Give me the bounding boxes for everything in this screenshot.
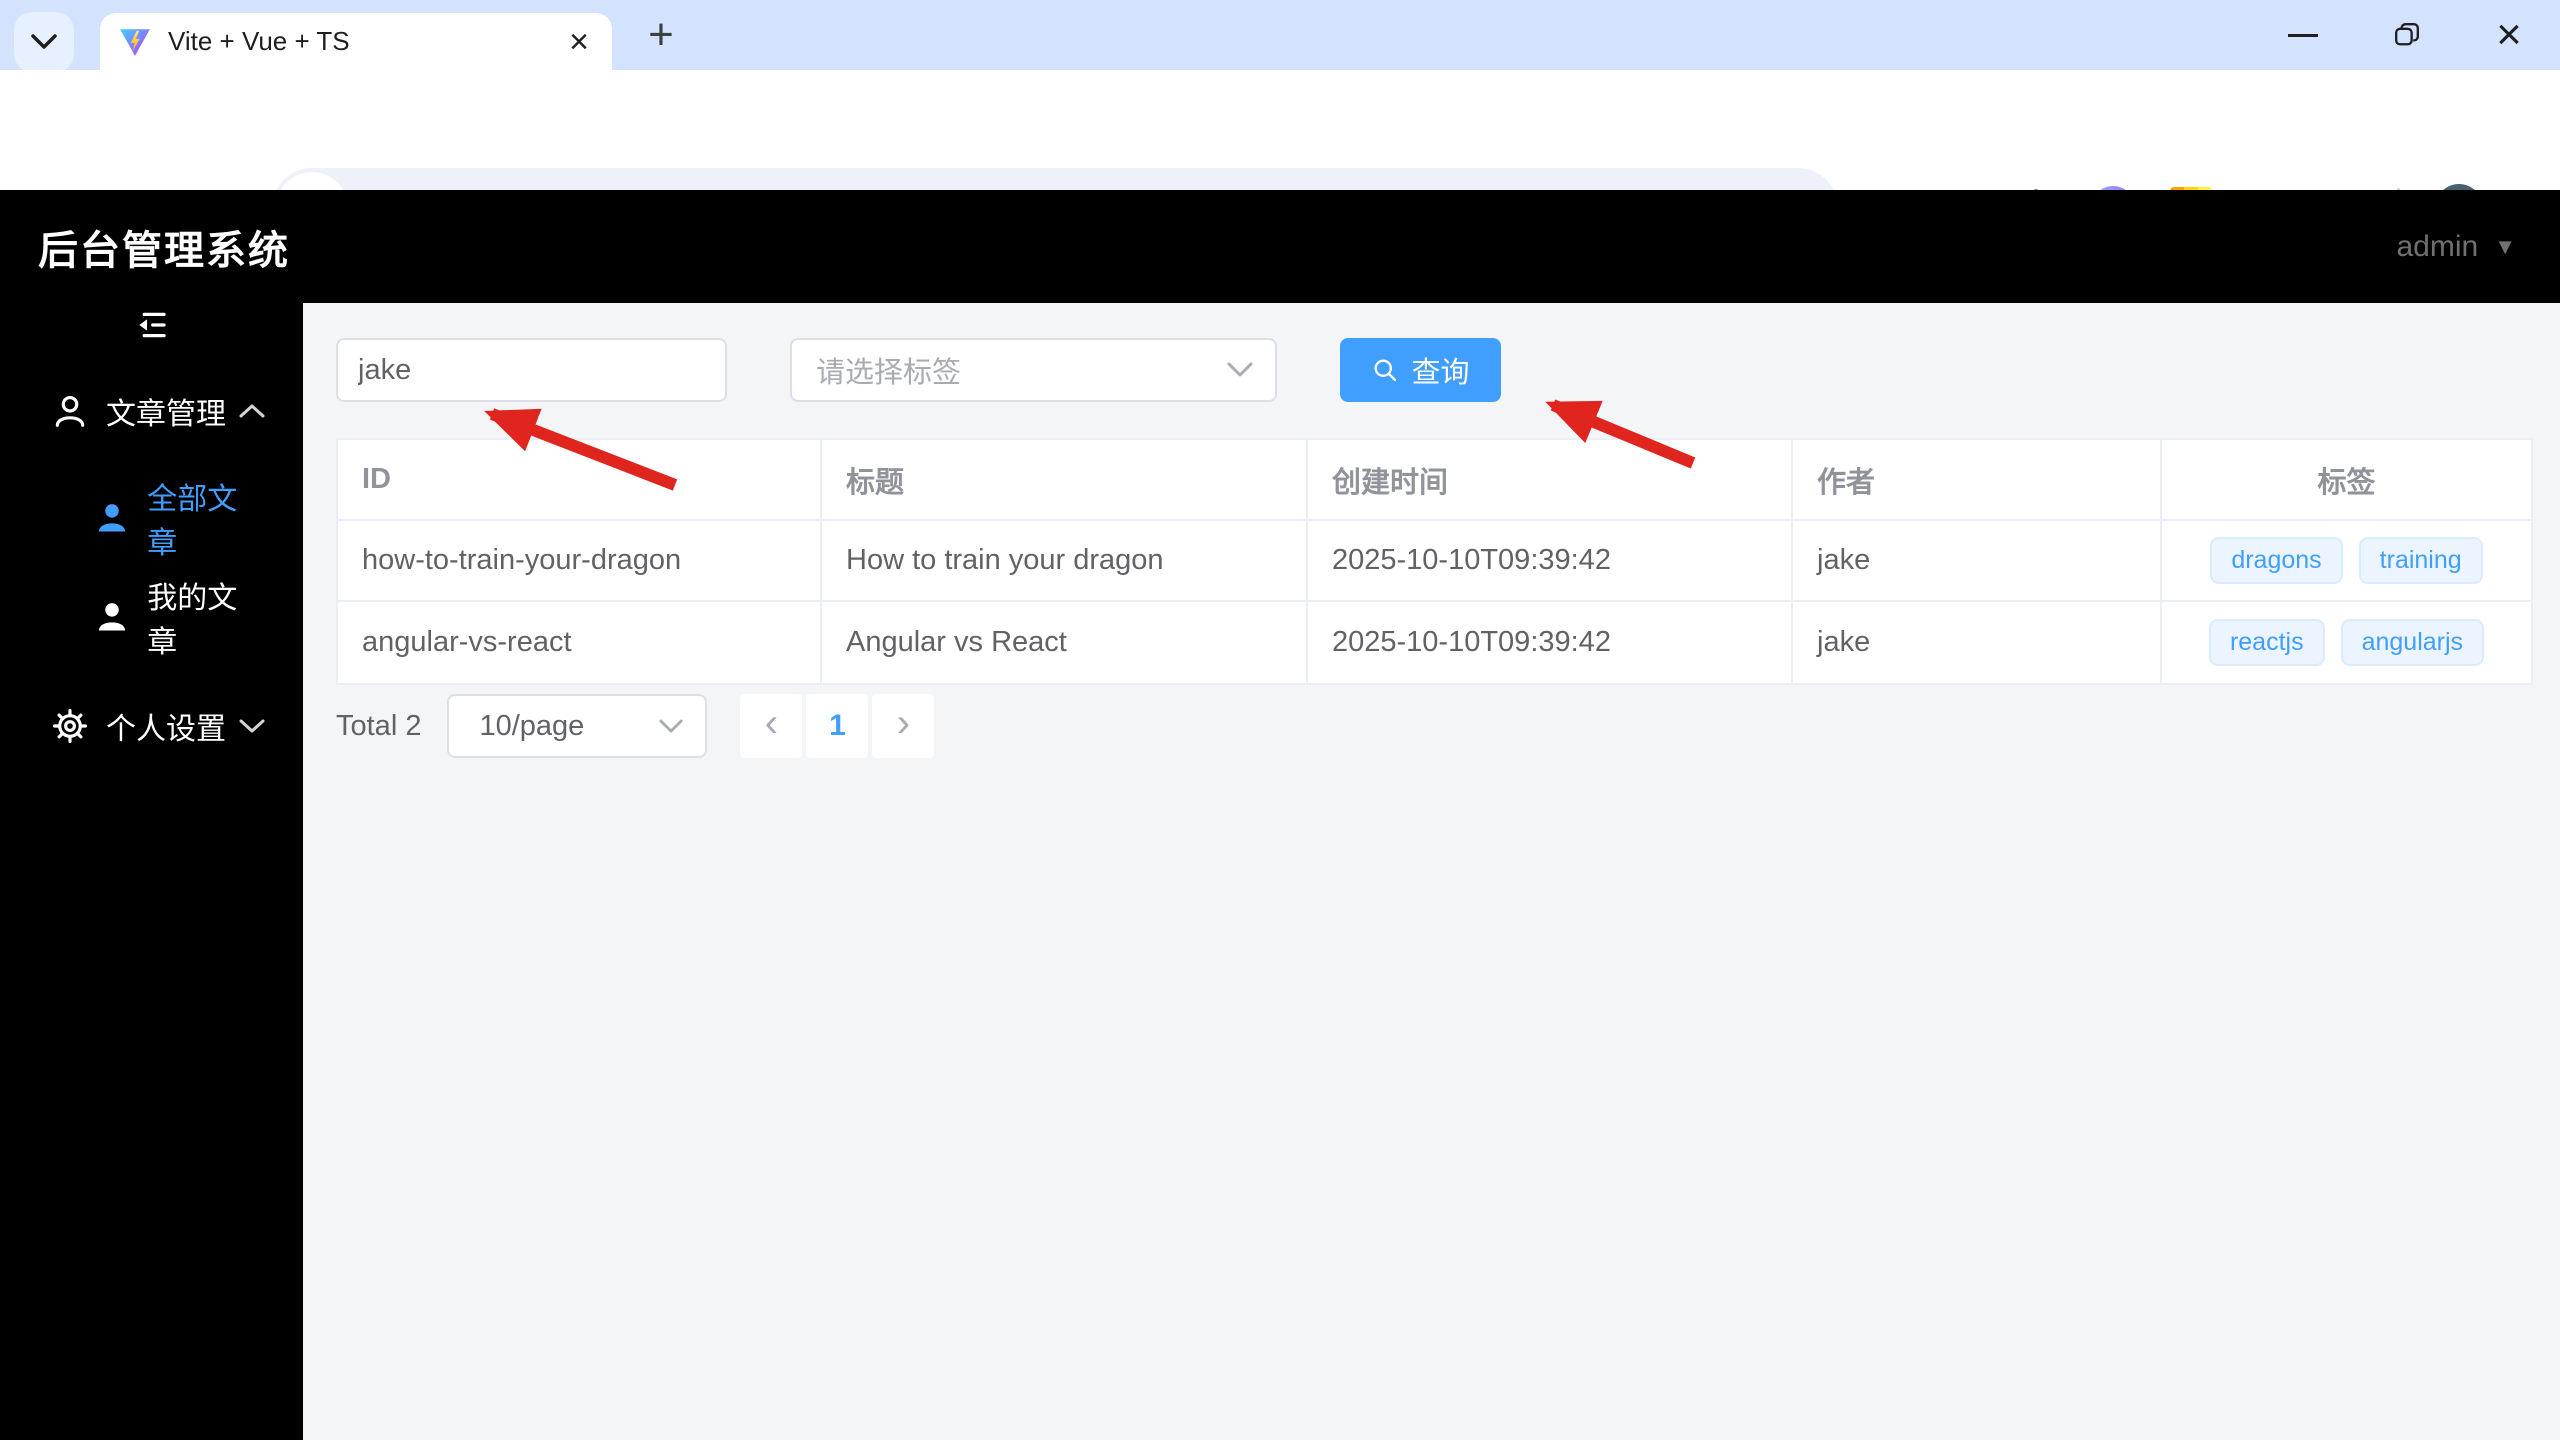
query-button-label: 查询 <box>1411 357 1470 389</box>
cell-title: How to train your dragon <box>822 521 1308 602</box>
current-page: 1 <box>829 709 846 742</box>
cell-created: 2025-10-10T09:39:42 <box>1308 602 1793 683</box>
browser-tab-strip: Vite + Vue + TS × + × <box>0 0 2560 72</box>
sidebar-item-article-management[interactable]: 文章管理 <box>0 361 303 460</box>
user-filled-icon <box>92 597 131 637</box>
sidebar-item-personal-settings[interactable]: 个人设置 <box>0 676 303 775</box>
chevron-down-icon <box>659 719 683 734</box>
tag-badge: angularjs <box>2340 619 2485 666</box>
main-content: 请选择标签 查询 ID 标题 创建时间 作者 标签 how-to-train-y… <box>303 303 2560 1440</box>
prev-page-button[interactable]: ‹ <box>740 694 803 758</box>
column-header-id: ID <box>338 440 822 521</box>
column-header-created: 创建时间 <box>1308 440 1793 521</box>
restore-icon <box>2390 18 2424 52</box>
gear-icon <box>50 706 90 746</box>
window-minimize-button[interactable] <box>2278 0 2328 70</box>
tab-title: Vite + Vue + TS <box>168 26 350 56</box>
tab-search-button[interactable] <box>14 12 74 72</box>
tag-select-placeholder: 请选择标签 <box>816 357 962 389</box>
sidebar-item-my-articles[interactable]: 我的文章 <box>0 567 303 666</box>
pagination: Total 2 10/page ‹ 1 › <box>336 694 935 758</box>
user-filled-icon <box>92 498 131 538</box>
cell-title: Angular vs React <box>822 602 1308 683</box>
sidebar: 文章管理 全部文章 我的文章 个人设置 <box>0 303 303 1440</box>
fold-icon <box>135 308 169 342</box>
next-page-button[interactable]: › <box>872 694 935 758</box>
query-button[interactable]: 查询 <box>1340 338 1501 402</box>
tag-badge: reactjs <box>2208 619 2325 666</box>
user-name: admin <box>2396 229 2479 263</box>
cell-author: jake <box>1793 521 2162 602</box>
column-header-tags: 标签 <box>2162 440 2531 521</box>
tab-close-icon[interactable]: × <box>560 23 598 61</box>
browser-toolbar: localhost:5173/#/article/all <box>0 70 2560 248</box>
cell-tags: reactjs angularjs <box>2162 602 2531 683</box>
browser-tab[interactable]: Vite + Vue + TS × <box>100 13 612 70</box>
pagination-total: Total 2 <box>336 709 422 742</box>
window-close-button[interactable]: × <box>2484 0 2534 70</box>
window-restore-button[interactable] <box>2382 0 2432 70</box>
column-header-author: 作者 <box>1793 440 2162 521</box>
articles-table: ID 标题 创建时间 作者 标签 how-to-train-your-drago… <box>336 438 2533 685</box>
column-header-title: 标题 <box>822 440 1308 521</box>
search-bar: 请选择标签 查询 <box>336 338 1501 402</box>
chevron-right-icon: › <box>896 701 911 745</box>
caret-down-icon: ▼ <box>2494 233 2516 259</box>
new-tab-button[interactable]: + <box>634 8 688 62</box>
sidebar-item-label: 全部文章 <box>147 482 238 560</box>
search-icon <box>1371 356 1399 384</box>
minimize-icon <box>2288 33 2318 37</box>
vite-favicon-icon <box>118 25 152 59</box>
chevron-up-icon <box>239 403 265 419</box>
sidebar-item-label: 我的文章 <box>147 581 238 659</box>
pager: ‹ 1 › <box>740 694 935 758</box>
window-close-icon: × <box>2496 10 2522 59</box>
table-header-row: ID 标题 创建时间 作者 标签 <box>338 440 2531 521</box>
chevron-down-icon <box>239 718 265 734</box>
tag-badge: training <box>2358 537 2483 584</box>
sidebar-item-all-articles[interactable]: 全部文章 <box>0 468 303 567</box>
page-number-button[interactable]: 1 <box>806 694 869 758</box>
cell-author: jake <box>1793 602 2162 683</box>
app-title: 后台管理系统 <box>38 228 290 273</box>
chevron-down-icon <box>31 34 57 50</box>
table-row: how-to-train-your-dragon How to train yo… <box>338 521 2531 602</box>
sidebar-item-label: 文章管理 <box>106 397 226 431</box>
app-header: 后台管理系统 admin ▼ <box>0 190 2560 303</box>
keyword-input[interactable] <box>336 338 727 402</box>
user-dropdown[interactable]: admin ▼ <box>2397 230 2517 264</box>
sidebar-item-label: 个人设置 <box>106 712 226 746</box>
tag-select[interactable]: 请选择标签 <box>790 338 1277 402</box>
sidebar-collapse-button[interactable] <box>0 303 303 347</box>
user-outline-icon <box>50 391 90 431</box>
cell-id: how-to-train-your-dragon <box>338 521 822 602</box>
cell-id: angular-vs-react <box>338 602 822 683</box>
page-size-select[interactable]: 10/page <box>447 694 708 758</box>
cell-created: 2025-10-10T09:39:42 <box>1308 521 1793 602</box>
table-row: angular-vs-react Angular vs React 2025-1… <box>338 602 2531 683</box>
chevron-left-icon: ‹ <box>764 701 779 745</box>
page-size-value: 10/page <box>479 709 585 742</box>
chevron-down-icon <box>1227 362 1253 378</box>
cell-tags: dragons training <box>2162 521 2531 602</box>
tag-badge: dragons <box>2210 537 2343 584</box>
